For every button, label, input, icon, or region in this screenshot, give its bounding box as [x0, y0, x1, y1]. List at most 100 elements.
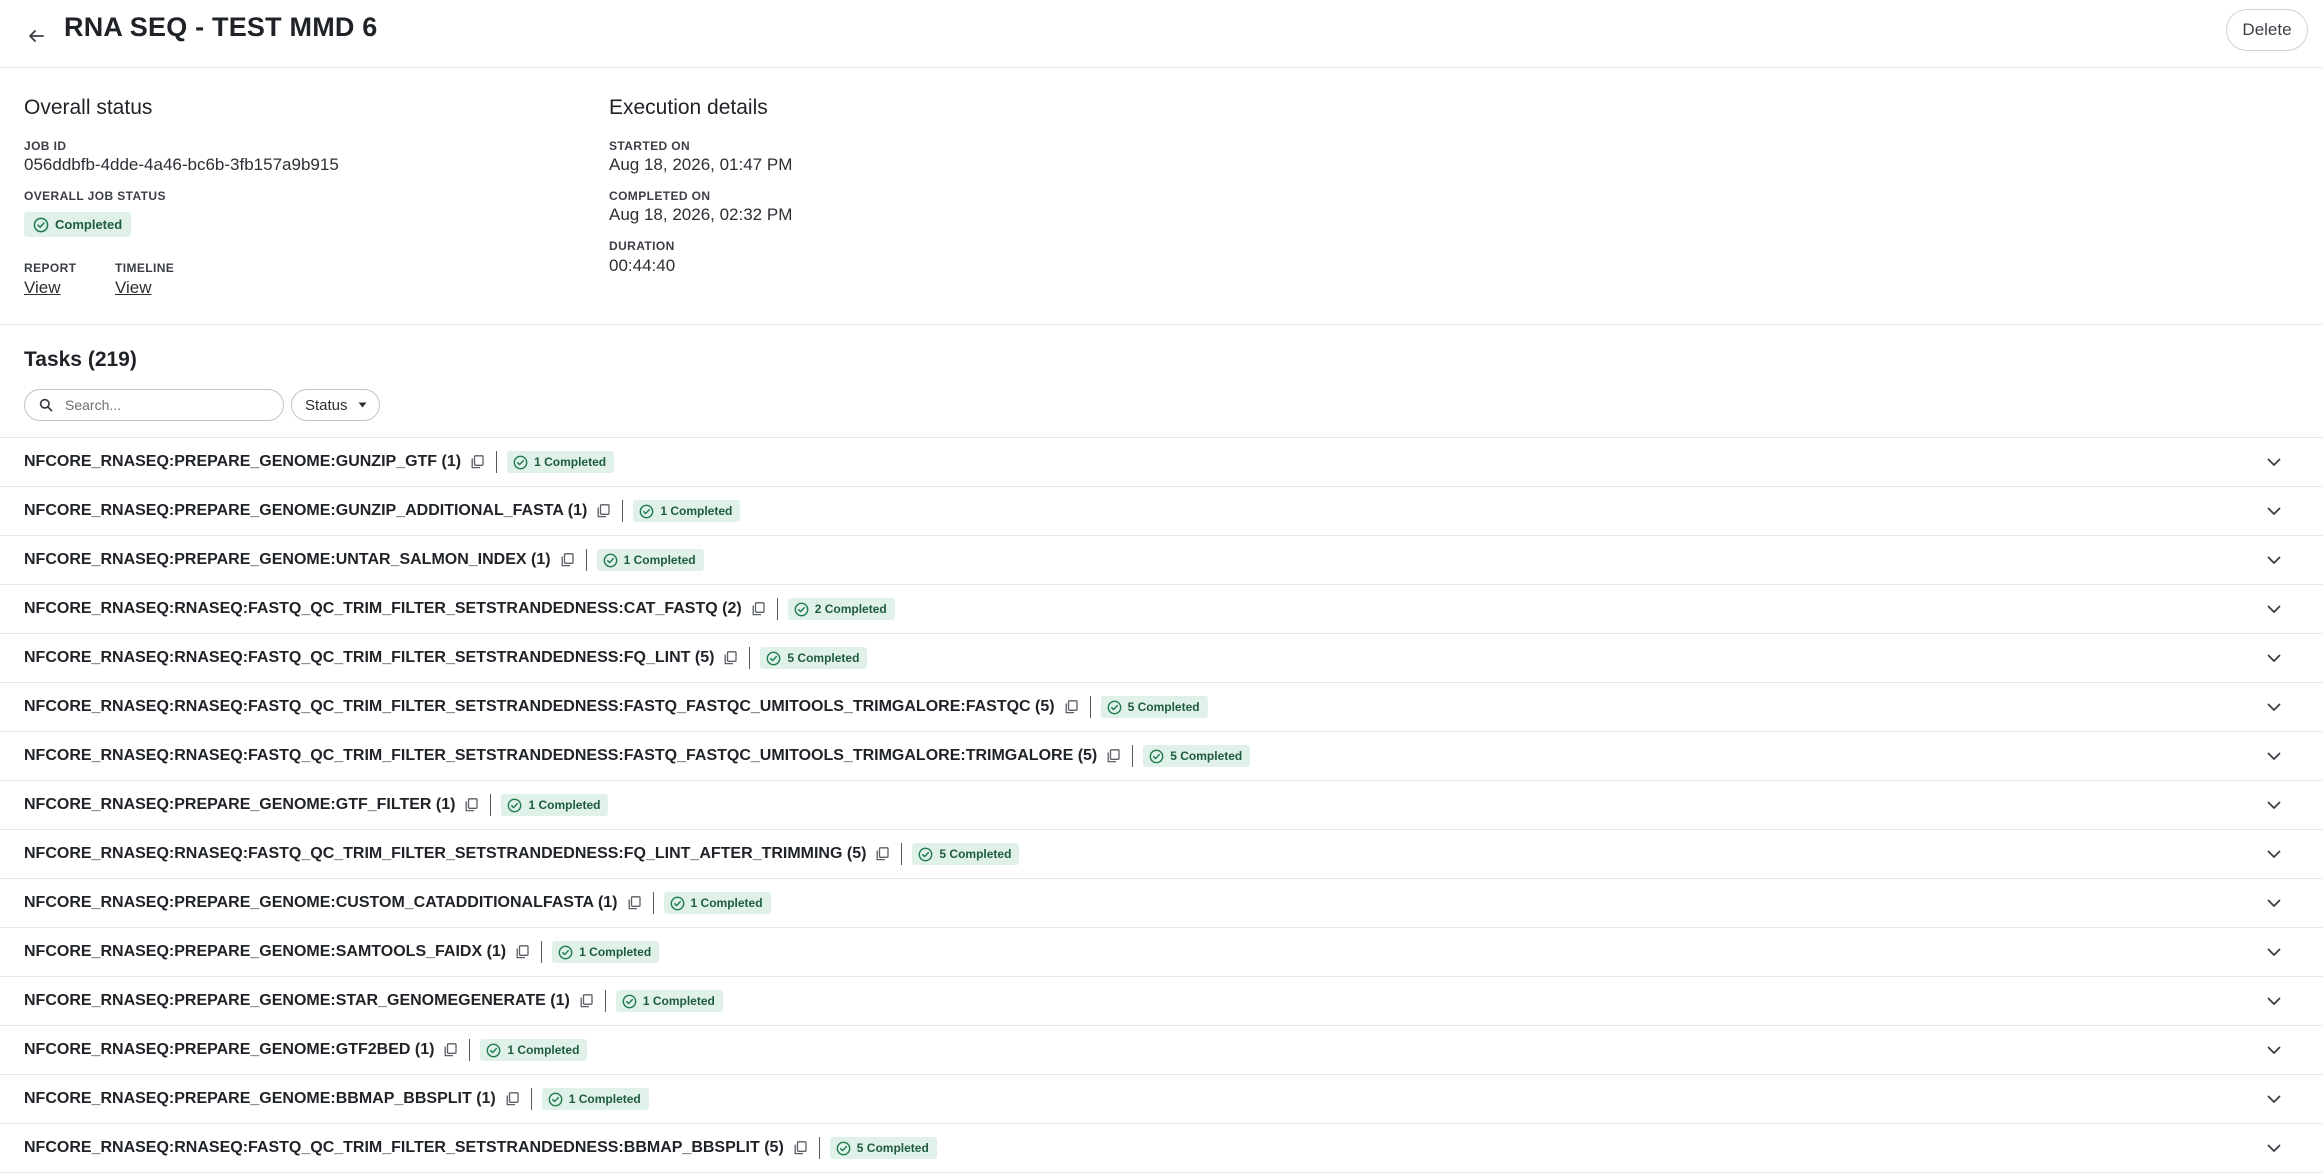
expand-chevron[interactable]	[2267, 846, 2281, 864]
task-row[interactable]: NFCORE_RNASEQ:RNASEQ:FASTQ_QC_TRIM_FILTE…	[0, 1124, 2323, 1173]
expand-chevron[interactable]	[2267, 601, 2281, 619]
separator	[530, 1088, 532, 1110]
expand-chevron[interactable]	[2267, 895, 2281, 913]
task-row[interactable]: NFCORE_RNASEQ:PREPARE_GENOME:SAMTOOLS_FA…	[0, 928, 2323, 977]
task-status-text: 5 Completed	[939, 847, 1012, 861]
section-divider	[0, 324, 2323, 325]
check-circle-icon	[1107, 700, 1121, 714]
task-status-badge: 5 Completed	[912, 843, 1020, 865]
chevron-down-icon	[2267, 948, 2281, 956]
task-name: NFCORE_RNASEQ:PREPARE_GENOME:GTF2BED (1)	[24, 1041, 435, 1058]
task-row[interactable]: NFCORE_RNASEQ:PREPARE_GENOME:UNTAR_SALMO…	[0, 536, 2323, 585]
expand-chevron[interactable]	[2267, 993, 2281, 1011]
copy-button[interactable]	[506, 1092, 519, 1106]
task-row[interactable]: NFCORE_RNASEQ:PREPARE_GENOME:CUSTOM_CATA…	[0, 879, 2323, 928]
check-circle-icon	[33, 217, 49, 232]
task-status-badge: 1 Completed	[501, 794, 609, 816]
task-row[interactable]: NFCORE_RNASEQ:PREPARE_GENOME:GTF2BED (1)…	[0, 1026, 2323, 1075]
chevron-down-icon	[2267, 997, 2281, 1005]
task-status-text: 1 Completed	[690, 896, 763, 910]
expand-chevron[interactable]	[2267, 454, 2281, 472]
delete-button[interactable]: Delete	[2226, 9, 2308, 51]
copy-button[interactable]	[597, 504, 610, 518]
copy-button[interactable]	[561, 553, 574, 567]
task-row[interactable]: NFCORE_RNASEQ:PREPARE_GENOME:STAR_GENOME…	[0, 977, 2323, 1026]
search-input[interactable]	[63, 396, 267, 414]
separator	[1089, 696, 1091, 718]
job-status-label: OVERALL JOB STATUS	[24, 189, 166, 203]
task-status-badge: 1 Completed	[507, 451, 615, 473]
copy-button[interactable]	[752, 602, 765, 616]
separator	[622, 500, 624, 522]
expand-chevron[interactable]	[2267, 748, 2281, 766]
expand-chevron[interactable]	[2267, 552, 2281, 570]
timeline-view-link[interactable]: View	[115, 278, 152, 298]
copy-button[interactable]	[580, 994, 593, 1008]
task-list: NFCORE_RNASEQ:PREPARE_GENOME:GUNZIP_GTF …	[0, 437, 2323, 1173]
task-row[interactable]: NFCORE_RNASEQ:RNASEQ:FASTQ_QC_TRIM_FILTE…	[0, 830, 2323, 879]
report-view-link[interactable]: View	[24, 278, 61, 298]
copy-button[interactable]	[471, 455, 484, 469]
check-circle-icon	[513, 455, 528, 469]
copy-button[interactable]	[516, 945, 529, 959]
task-name: NFCORE_RNASEQ:PREPARE_GENOME:CUSTOM_CATA…	[24, 894, 618, 911]
check-circle-icon	[622, 994, 637, 1008]
tasks-title: Tasks (219)	[24, 348, 137, 371]
task-status-text: 1 Completed	[568, 1092, 641, 1106]
duration-label: DURATION	[609, 239, 675, 253]
chevron-down-icon	[2267, 1046, 2281, 1054]
expand-chevron[interactable]	[2267, 1042, 2281, 1060]
back-button[interactable]	[20, 20, 52, 52]
expand-chevron[interactable]	[2267, 699, 2281, 717]
copy-icon	[580, 994, 593, 1008]
chevron-down-icon	[2267, 556, 2281, 564]
task-row[interactable]: NFCORE_RNASEQ:PREPARE_GENOME:GUNZIP_ADDI…	[0, 487, 2323, 536]
task-name: NFCORE_RNASEQ:PREPARE_GENOME:GTF_FILTER …	[24, 796, 456, 813]
expand-chevron[interactable]	[2267, 944, 2281, 962]
task-row[interactable]: NFCORE_RNASEQ:RNASEQ:FASTQ_QC_TRIM_FILTE…	[0, 585, 2323, 634]
task-name: NFCORE_RNASEQ:PREPARE_GENOME:BBMAP_BBSPL…	[24, 1090, 496, 1107]
back-arrow-icon	[29, 30, 44, 42]
chevron-down-icon	[2267, 801, 2281, 809]
task-row[interactable]: NFCORE_RNASEQ:RNASEQ:FASTQ_QC_TRIM_FILTE…	[0, 634, 2323, 683]
task-status-badge: 2 Completed	[787, 598, 895, 620]
task-row[interactable]: NFCORE_RNASEQ:PREPARE_GENOME:GUNZIP_GTF …	[0, 438, 2323, 487]
task-status-text: 5 Completed	[1127, 700, 1200, 714]
copy-button[interactable]	[724, 651, 738, 665]
separator	[1132, 745, 1134, 767]
copy-button[interactable]	[1107, 749, 1120, 763]
separator	[901, 843, 903, 865]
copy-button[interactable]	[1065, 700, 1078, 714]
task-name: NFCORE_RNASEQ:RNASEQ:FASTQ_QC_TRIM_FILTE…	[24, 747, 1098, 764]
task-status-text: 1 Completed	[660, 504, 733, 518]
expand-chevron[interactable]	[2267, 503, 2281, 521]
task-row[interactable]: NFCORE_RNASEQ:PREPARE_GENOME:GTF_FILTER …	[0, 781, 2323, 830]
copy-icon	[471, 455, 484, 469]
task-name: NFCORE_RNASEQ:PREPARE_GENOME:GUNZIP_ADDI…	[24, 502, 588, 519]
task-row[interactable]: NFCORE_RNASEQ:PREPARE_GENOME:BBMAP_BBSPL…	[0, 1075, 2323, 1124]
task-row[interactable]: NFCORE_RNASEQ:RNASEQ:FASTQ_QC_TRIM_FILTE…	[0, 732, 2323, 781]
expand-chevron[interactable]	[2267, 1140, 2281, 1158]
copy-button[interactable]	[794, 1141, 807, 1155]
check-circle-icon	[670, 896, 684, 910]
check-circle-icon	[1149, 749, 1164, 763]
expand-chevron[interactable]	[2267, 797, 2281, 815]
separator	[776, 598, 778, 620]
task-row[interactable]: NFCORE_RNASEQ:RNASEQ:FASTQ_QC_TRIM_FILTE…	[0, 683, 2323, 732]
task-name: NFCORE_RNASEQ:RNASEQ:FASTQ_QC_TRIM_FILTE…	[24, 698, 1055, 715]
copy-icon	[465, 798, 479, 812]
copy-icon	[876, 847, 890, 861]
copy-icon	[444, 1043, 458, 1057]
copy-button[interactable]	[444, 1043, 458, 1057]
started-on-value: Aug 18, 2026, 01:47 PM	[609, 155, 793, 174]
status-filter-dropdown[interactable]: Status	[291, 389, 380, 421]
copy-button[interactable]	[628, 896, 641, 910]
chevron-down-icon	[2267, 899, 2281, 907]
task-status-badge: 1 Completed	[552, 941, 660, 963]
expand-chevron[interactable]	[2267, 1091, 2281, 1109]
copy-button[interactable]	[876, 847, 890, 861]
check-circle-icon	[603, 553, 617, 567]
expand-chevron[interactable]	[2267, 650, 2281, 668]
execution-details-title: Execution details	[609, 96, 768, 119]
copy-button[interactable]	[465, 798, 479, 812]
